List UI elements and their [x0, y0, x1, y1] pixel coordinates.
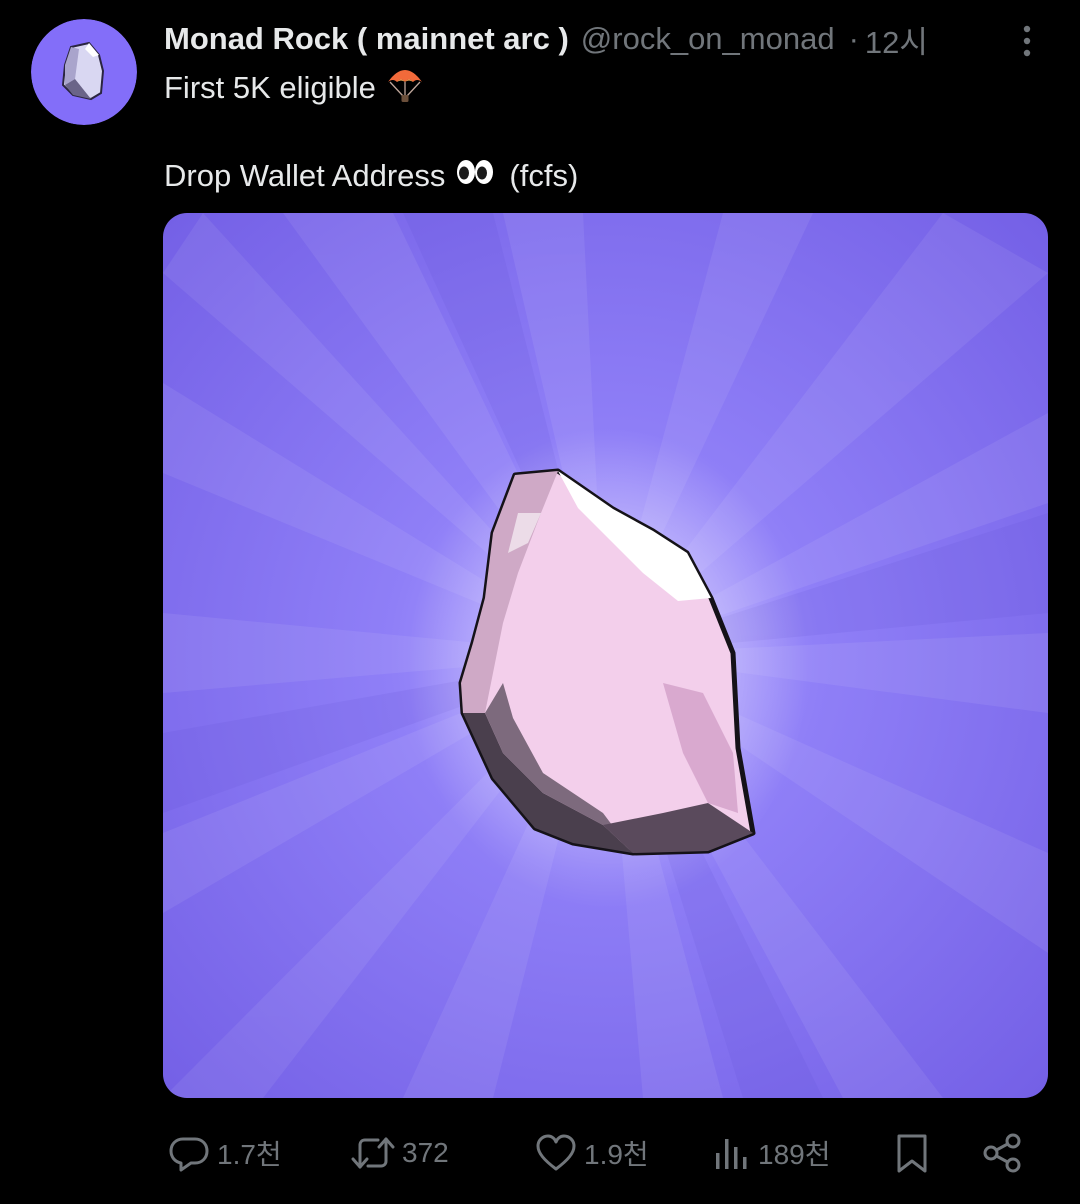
separator-dot: ·	[848, 21, 859, 56]
post-header: Monad Rock ( mainnet arc ) @rock_on_mona…	[164, 18, 928, 60]
like-button[interactable]: 1.9천	[534, 1125, 649, 1181]
like-icon	[536, 1134, 576, 1171]
view-count: 189천	[758, 1139, 831, 1170]
more-icon	[1023, 25, 1031, 57]
tweet-text-line-2: Drop Wallet Address (fcfs)	[164, 154, 578, 198]
repost-icon	[351, 1137, 395, 1169]
user-handle[interactable]: @rock_on_monad	[581, 21, 835, 57]
views-icon	[716, 1139, 747, 1169]
tweet-text: First 5K eligible	[164, 70, 376, 105]
more-button[interactable]	[1008, 22, 1046, 62]
share-button[interactable]	[980, 1125, 1024, 1181]
repost-button[interactable]: 372	[350, 1125, 449, 1181]
eyes-icon	[455, 157, 495, 195]
rock-image	[163, 213, 1048, 1098]
parachute-icon	[386, 64, 424, 112]
repost-count: 372	[402, 1137, 449, 1168]
post-time[interactable]: 12시	[865, 17, 928, 62]
views-button[interactable]: 189천	[712, 1125, 830, 1181]
avatar[interactable]	[31, 19, 137, 125]
tweet-text-suffix: (fcfs)	[509, 158, 579, 193]
tweet-text: Drop Wallet Address	[164, 158, 446, 193]
post-media-image[interactable]	[163, 213, 1048, 1098]
reply-icon	[169, 1137, 209, 1172]
reply-count: 1.7천	[217, 1139, 282, 1170]
share-icon	[983, 1133, 1021, 1173]
bookmark-button[interactable]	[892, 1125, 932, 1181]
like-count: 1.9천	[584, 1139, 649, 1170]
tweet-text-line-1: First 5K eligible	[164, 66, 424, 110]
rock-avatar-image	[31, 19, 137, 125]
bookmark-icon	[897, 1134, 927, 1173]
display-name[interactable]: Monad Rock ( mainnet arc )	[164, 21, 569, 57]
action-bar: 1.7천 372 1.9천 189천	[0, 1125, 1080, 1181]
reply-button[interactable]: 1.7천	[167, 1125, 282, 1181]
